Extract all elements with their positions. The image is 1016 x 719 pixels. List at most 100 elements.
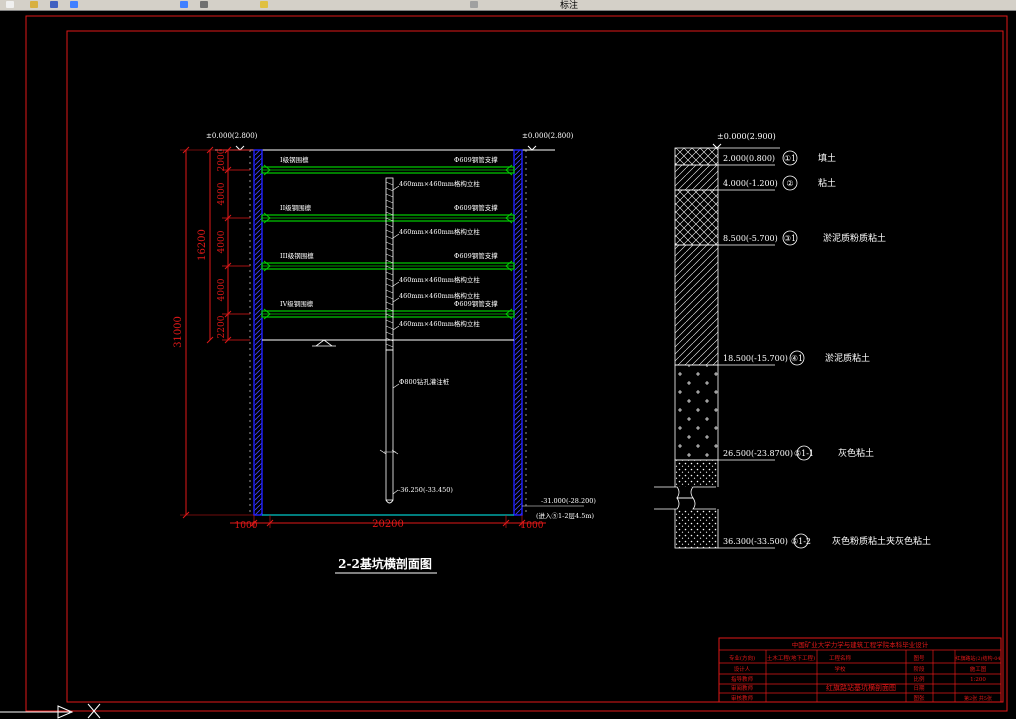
pile-label: Φ800钻孔灌注桩 xyxy=(399,377,450,386)
dim-text: 4000 xyxy=(217,182,227,205)
strut-label: Φ609钢管支撑 xyxy=(454,155,498,164)
column-label: 460mm×460mm格构立柱 xyxy=(399,319,480,328)
floor-mark xyxy=(312,339,336,347)
bored-pile xyxy=(385,349,394,501)
cad-drawing-canvas: ±0.000(2.800) ±0.000(2.800) I级钢围檩 Φ609钢管支撑 I… xyxy=(0,15,1008,719)
soil-top-level: ±0.000(2.900) xyxy=(717,132,776,141)
column-lacing xyxy=(385,343,394,348)
dim-text: 4000 xyxy=(217,278,227,301)
column-label: 460mm×460mm格构立柱 xyxy=(399,227,480,236)
column-lacing xyxy=(385,241,394,246)
column-label: 460mm×460mm格构立柱 xyxy=(399,275,480,284)
layer-symbol: ③1 xyxy=(784,234,796,243)
waling-label: II级钢围檩 xyxy=(280,203,312,212)
dim-text: 4000 xyxy=(217,230,227,253)
column-label: 460mm×460mm格构立柱 xyxy=(399,291,480,300)
layer-name: 灰色粉质粘土夹灰色粘土 xyxy=(832,535,931,547)
column-lacing xyxy=(385,295,394,300)
waling-label: I级钢围檩 xyxy=(280,155,309,164)
title-block-no: 红旗路站(2)结构-04 xyxy=(955,655,1000,662)
column-lacing xyxy=(385,181,394,186)
column-lacing xyxy=(385,283,394,288)
wall-embed-note: (进入⑤1-2层4.5m) xyxy=(536,512,595,520)
layer-depth: 8.500(-5.700) xyxy=(723,234,778,243)
title-block-stage-label: 阶段 xyxy=(913,665,925,673)
layer-symbol: ⑤1-1 xyxy=(794,449,814,458)
title-block-major: 土木工程(地下工程) xyxy=(767,654,815,662)
ground-level-left: ±0.000(2.800) xyxy=(206,132,258,140)
column-lacing xyxy=(385,289,394,294)
title-block-sheet: 第2张 共5张 xyxy=(964,695,992,702)
excavation-cross-section: ±0.000(2.800) ±0.000(2.800) I级钢围檩 Φ609钢管支撑 I… xyxy=(173,132,596,574)
pile-bottom-level: -36.250(-33.450) xyxy=(398,486,453,494)
layer-symbol: ⑤1-2 xyxy=(791,537,811,546)
column-lacing xyxy=(385,193,394,198)
dim-width-text: 20200 xyxy=(372,519,404,530)
layer-name: 淤泥质粘土 xyxy=(825,352,870,364)
layer-depth: 18.500(-15.700) xyxy=(723,354,788,363)
soil-top-mark xyxy=(712,143,722,149)
dim-text: 2200 xyxy=(217,315,227,338)
title-block-scale-label: 比例 xyxy=(913,675,925,683)
wall-bottom-level: -31.000(-28.200) xyxy=(541,497,596,505)
waling-label: III级钢围檩 xyxy=(280,251,314,260)
layer-name: 灰色粘土 xyxy=(838,447,874,459)
column-lacing xyxy=(385,277,394,282)
column-label: 460mm×460mm格构立柱 xyxy=(399,179,480,188)
layer-name: 粘土 xyxy=(818,177,836,189)
layer-symbol: ② xyxy=(786,179,793,188)
layer-name: 填土 xyxy=(818,152,836,164)
column-lacing xyxy=(385,319,394,324)
waling-label: IV级钢围檩 xyxy=(280,299,314,308)
dim-side-left-text: 1000 xyxy=(235,521,258,531)
column-lacing xyxy=(385,253,394,258)
column-lacing xyxy=(385,331,394,336)
dim-excavation-text: 16200 xyxy=(197,229,208,261)
ground-level-right: ±0.000(2.800) xyxy=(522,132,574,140)
layer-depth: 36.300(-33.500) xyxy=(723,537,788,546)
strut-label: Φ609钢管支撑 xyxy=(454,203,498,212)
soil-layer-4 xyxy=(674,244,719,366)
column-lacing xyxy=(385,325,394,330)
layer-depth: 2.000(0.800) xyxy=(723,154,775,163)
title-block-scale: 1:200 xyxy=(970,677,986,683)
soil-layer-2 xyxy=(674,164,719,191)
title-block-label: 设计人 xyxy=(734,665,751,673)
strut-label: Φ609钢管支撑 xyxy=(454,251,498,260)
dim-total-text: 31000 xyxy=(173,316,184,348)
layer-symbol: ①1 xyxy=(784,154,796,163)
lattice-column xyxy=(385,177,394,351)
title-block: 中国矿业大学力学与建筑工程学院本科毕业设计专业(方向) 设计人指导教师审阅教师审核… xyxy=(718,637,1002,703)
title-block-no-label: 图号 xyxy=(913,654,925,662)
dim-text: 2000 xyxy=(217,148,227,171)
soil-layer-3 xyxy=(674,189,719,246)
column-lacing xyxy=(385,223,394,228)
layer-symbol: ④1 xyxy=(791,354,803,363)
pile-break xyxy=(379,449,399,455)
title-block-label: 专业(方向) xyxy=(729,654,755,662)
section-title: 2-2基坑横剖面图 xyxy=(338,556,432,571)
soil-layer-1 xyxy=(674,147,719,166)
dim-side-right-text: 1000 xyxy=(521,521,544,531)
layer-depth: 26.500(-23.8700) xyxy=(723,449,793,458)
title-block-drawing-name: 红旗路站基坑横剖面图 xyxy=(826,683,896,692)
soil-layer-5 xyxy=(674,364,719,461)
column-lacing xyxy=(385,247,394,252)
title-block-label: 审阅教师 xyxy=(731,684,754,692)
column-lacing xyxy=(385,301,394,306)
title-block-label: 指导教师 xyxy=(731,675,754,683)
ground-mark-left xyxy=(235,145,245,151)
title-block-project-label: 工程名称 xyxy=(829,654,852,662)
title-block-sheet-label: 图张 xyxy=(913,694,925,702)
column-lacing xyxy=(385,229,394,234)
title-block-stage: 施工图 xyxy=(970,665,987,673)
diaphragm-wall-left xyxy=(253,149,263,516)
column-lacing xyxy=(385,271,394,276)
strut-label: Φ609钢管支撑 xyxy=(454,299,498,308)
soil-profile-column: ±0.000(2.900) 2.000(0.800) ①1 填土 4.000(-1.20… xyxy=(654,132,931,549)
column-lacing xyxy=(385,187,394,192)
title-block-label: 审核教师 xyxy=(731,694,754,702)
title-block-date-label: 日期 xyxy=(913,685,925,692)
layer-name: 淤泥质粉质粘土 xyxy=(823,232,886,244)
layer-depth: 4.000(-1.200) xyxy=(723,179,778,188)
